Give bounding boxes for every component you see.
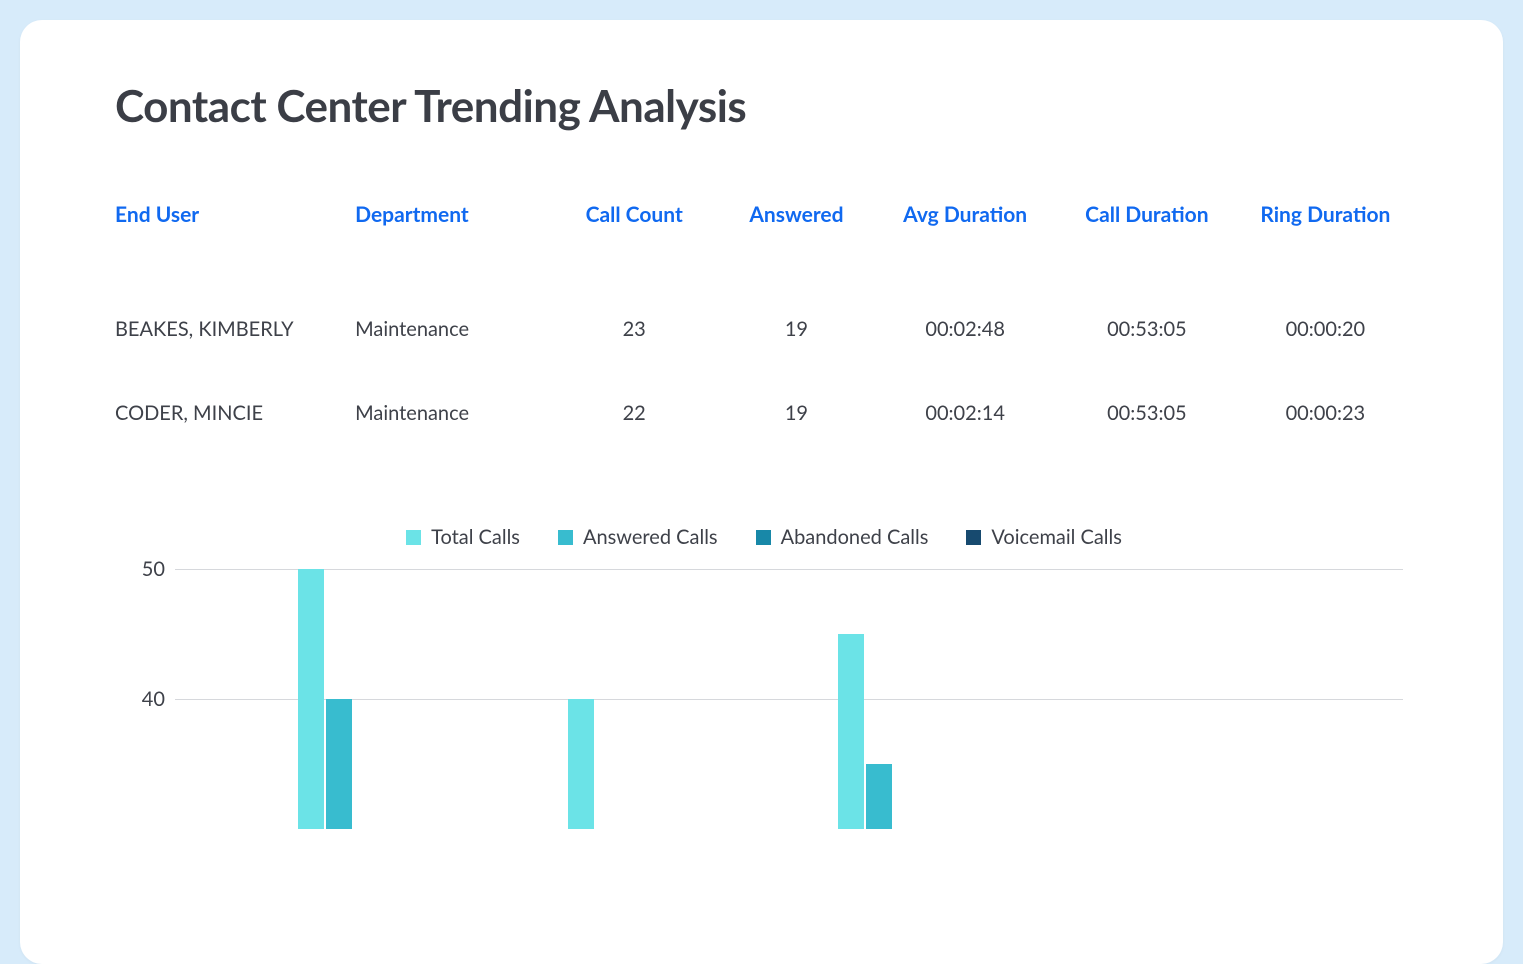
col-department[interactable]: Department: [355, 202, 550, 287]
cell-call-count: 22: [550, 371, 719, 455]
cell-department: Maintenance: [355, 287, 550, 371]
legend-label: Answered Calls: [583, 525, 718, 549]
legend-swatch-icon: [966, 530, 981, 545]
cell-call-count: 23: [550, 287, 719, 371]
cell-avg-duration: 00:02:14: [874, 371, 1056, 455]
legend-item-total-calls[interactable]: Total Calls: [406, 525, 520, 549]
bar-group: [838, 569, 892, 829]
report-card: Contact Center Trending Analysis End Use…: [20, 20, 1503, 964]
ytick-label: 50: [125, 557, 165, 581]
bar-group: [298, 569, 352, 829]
bar-total-calls[interactable]: [838, 634, 864, 829]
legend-swatch-icon: [756, 530, 771, 545]
calls-chart: Total Calls Answered Calls Abandoned Cal…: [115, 525, 1413, 829]
bar-total-calls[interactable]: [298, 569, 324, 829]
table-row: CODER, MINCIE Maintenance 22 19 00:02:14…: [115, 371, 1413, 455]
legend-item-voicemail-calls[interactable]: Voicemail Calls: [966, 525, 1122, 549]
bar-answered-calls[interactable]: [326, 699, 352, 829]
col-call-count[interactable]: Call Count: [550, 202, 719, 287]
legend-item-abandoned-calls[interactable]: Abandoned Calls: [756, 525, 929, 549]
cell-end-user: CODER, MINCIE: [115, 371, 355, 455]
cell-call-duration: 00:53:05: [1056, 287, 1238, 371]
table-header-row: End User Department Call Count Answered …: [115, 202, 1413, 287]
legend-swatch-icon: [558, 530, 573, 545]
col-avg-duration[interactable]: Avg Duration: [874, 202, 1056, 287]
legend-swatch-icon: [406, 530, 421, 545]
ytick-label: 40: [125, 687, 165, 711]
legend-label: Total Calls: [431, 525, 520, 549]
legend-label: Voicemail Calls: [991, 525, 1122, 549]
col-end-user[interactable]: End User: [115, 202, 355, 287]
cell-answered: 19: [719, 287, 875, 371]
cell-call-duration: 00:53:05: [1056, 371, 1238, 455]
legend-item-answered-calls[interactable]: Answered Calls: [558, 525, 718, 549]
legend-label: Abandoned Calls: [781, 525, 929, 549]
page-title: Contact Center Trending Analysis: [115, 80, 1413, 132]
bar-answered-calls[interactable]: [866, 764, 892, 829]
table-row: BEAKES, KIMBERLY Maintenance 23 19 00:02…: [115, 287, 1413, 371]
bars-layer: [175, 569, 1403, 829]
cell-avg-duration: 00:02:48: [874, 287, 1056, 371]
cell-end-user: BEAKES, KIMBERLY: [115, 287, 355, 371]
cell-ring-duration: 00:00:23: [1238, 371, 1413, 455]
cell-answered: 19: [719, 371, 875, 455]
bar-group: [568, 569, 594, 829]
cell-department: Maintenance: [355, 371, 550, 455]
cell-ring-duration: 00:00:20: [1238, 287, 1413, 371]
col-answered[interactable]: Answered: [719, 202, 875, 287]
chart-legend: Total Calls Answered Calls Abandoned Cal…: [115, 525, 1413, 549]
bar-total-calls[interactable]: [568, 699, 594, 829]
col-call-duration[interactable]: Call Duration: [1056, 202, 1238, 287]
chart-plot-area: 50 40: [175, 569, 1403, 829]
col-ring-duration[interactable]: Ring Duration: [1238, 202, 1413, 287]
analysis-table: End User Department Call Count Answered …: [115, 202, 1413, 455]
